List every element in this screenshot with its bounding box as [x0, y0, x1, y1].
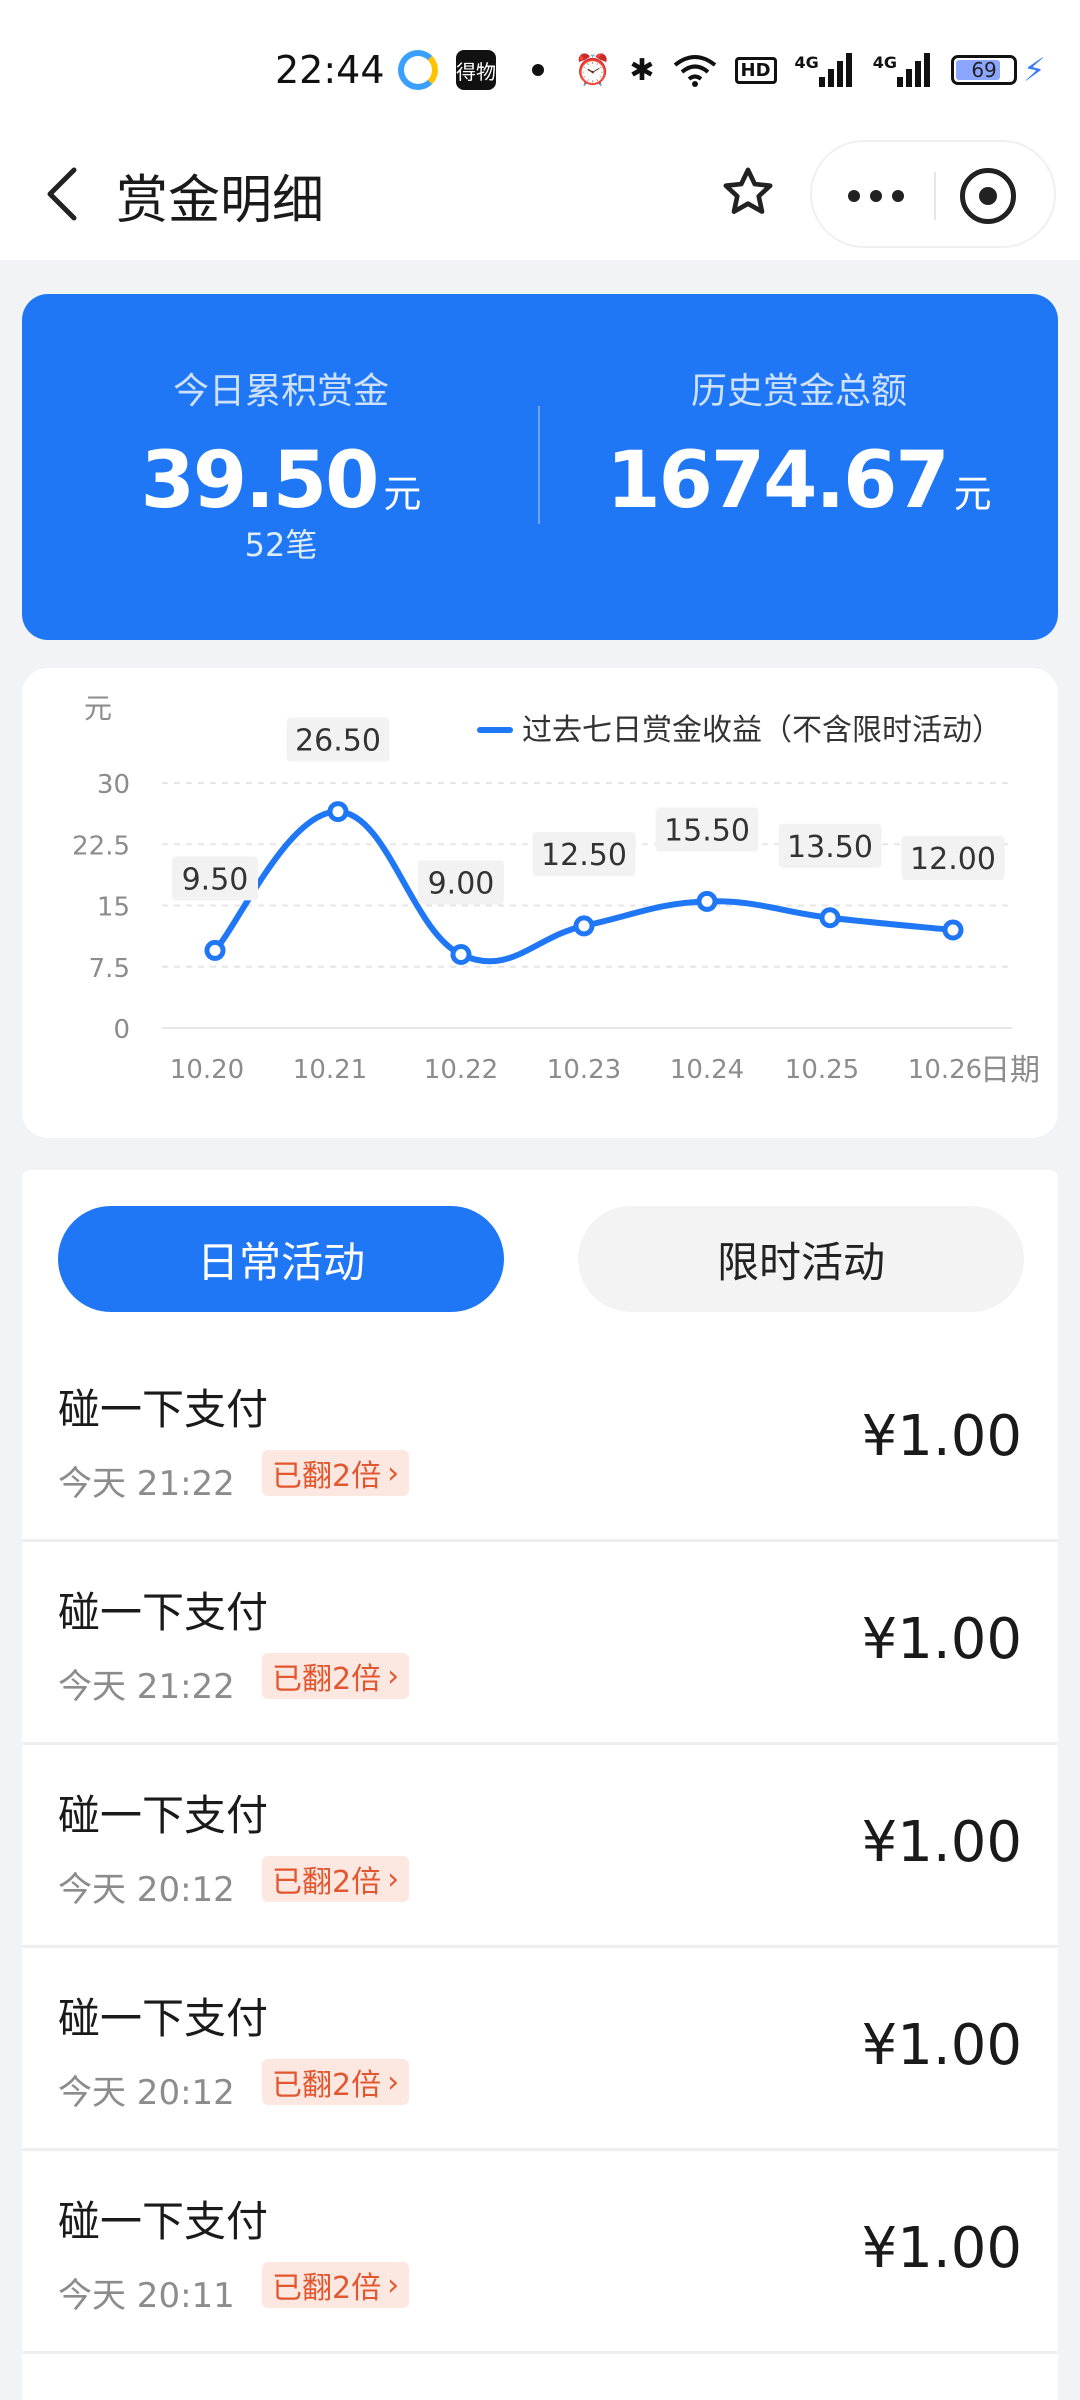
signal-icon-1: 4G [795, 53, 855, 87]
status-icons: 得物 ⏰ ✱ HD 4G 4G 69 ⚡ [398, 46, 1046, 94]
x-tick-label: 10.23 [547, 1055, 621, 1085]
records-section: 日常活动 限时活动 碰一下支付 今天 21:22 已翻2倍 › ¥1.00 碰一下支付 今天… [22, 1170, 1058, 2400]
double-reward-badge[interactable]: 已翻2倍 › [262, 2059, 410, 2105]
data-point [942, 919, 964, 941]
chevron-right-icon: › [387, 2267, 400, 2303]
tab-limited-activity[interactable]: 限时活动 [578, 1206, 1024, 1312]
x-axis-label: 日期 [980, 1053, 1040, 1088]
signal-icon-2: 4G [873, 53, 933, 87]
data-point [573, 915, 595, 937]
y-tick-label: 7.5 [89, 954, 130, 984]
chevron-right-icon: › [387, 2064, 400, 2100]
y-tick-label: 22.5 [72, 831, 130, 861]
data-label: 9.00 [428, 867, 495, 902]
record-time: 今天 21:22 [58, 1464, 235, 1504]
total-bounty-label: 历史赏金总额 [690, 371, 907, 412]
record-title: 碰一下支付 [58, 1994, 269, 2043]
list-item[interactable]: 碰一下支付今天 20:12 已翻2倍 › ¥1.00 [22, 1748, 1058, 1948]
wifi-icon [673, 53, 717, 87]
x-tick-label: 10.20 [170, 1055, 244, 1085]
status-time: 22:44 [275, 48, 385, 92]
data-label: 15.50 [664, 813, 750, 848]
double-reward-badge[interactable]: 已翻2倍 › [262, 2262, 410, 2308]
chevron-right-icon: › [387, 1658, 400, 1694]
data-label: 9.50 [182, 862, 249, 897]
total-bounty-value: 1674.67 元 [606, 436, 992, 526]
y-axis-label: 元 [84, 692, 112, 725]
list-item[interactable]: 碰一下支付今天 20:12 已翻2倍 › ¥1.00 [22, 1951, 1058, 2151]
list-item[interactable]: 碰一下支付今天 21:22 已翻2倍 › ¥1.00 [22, 1545, 1058, 1745]
double-reward-badge[interactable]: 已翻2倍 › [262, 1856, 410, 1902]
y-tick-label: 30 [97, 770, 130, 800]
data-point [696, 890, 718, 912]
data-point [819, 907, 841, 929]
record-title: 碰一下支付 [58, 2197, 269, 2246]
notification-dot-icon [532, 64, 544, 76]
chevron-right-icon: › [387, 1861, 400, 1897]
more-options-icon[interactable] [836, 166, 916, 226]
bounty-summary-card: 今日累积赏金 39.50 元 52笔 历史赏金总额 1674.67 元 [22, 294, 1058, 640]
record-amount: ¥1.00 [861, 1404, 1022, 1469]
record-title: 碰一下支付 [58, 1588, 269, 1637]
bluetooth-icon: ✱ [629, 52, 655, 88]
y-tick-label: 15 [97, 893, 130, 923]
list-item[interactable]: 碰一下支付今天 20:11 已翻2倍 › ¥1.00 [22, 2154, 1058, 2354]
data-label: 13.50 [787, 830, 873, 865]
record-time: 今天 20:11 [58, 2276, 235, 2316]
data-label: 26.50 [295, 724, 381, 759]
today-bounty-label: 今日累积赏金 [172, 371, 389, 412]
data-point [327, 801, 349, 823]
today-bounty-value: 39.50 元 [140, 436, 422, 526]
charging-icon: ⚡ [1023, 51, 1046, 89]
page-header: 赏金明细 [0, 130, 1080, 260]
x-tick-label: 10.22 [424, 1055, 498, 1085]
chevron-right-icon: › [387, 1455, 400, 1491]
page-title: 赏金明细 [116, 171, 325, 231]
app-notification-icon [398, 50, 438, 90]
back-arrow-icon[interactable] [34, 162, 90, 226]
tab-daily-activity[interactable]: 日常活动 [58, 1206, 504, 1312]
data-label: 12.00 [910, 842, 996, 877]
battery-icon: 69 [951, 55, 1018, 85]
record-amount: ¥1.00 [861, 2216, 1022, 2281]
status-bar: 22:44 得物 ⏰ ✱ HD 4G 4G 69 ⚡ [0, 0, 1080, 130]
dewu-app-icon: 得物 [456, 50, 496, 90]
record-amount: ¥1.00 [861, 1607, 1022, 1672]
record-amount: ¥1.00 [861, 1810, 1022, 1875]
today-bounty-count: 52笔 [244, 526, 318, 564]
earnings-chart-card: 元过去七日赏金收益（不含限时活动） 0 7.5 15 22.5 30 10.20 10.21 1… [22, 668, 1058, 1138]
favorite-star-icon[interactable] [712, 156, 784, 228]
capsule-divider [934, 172, 936, 220]
record-title: 碰一下支付 [58, 1791, 269, 1840]
double-reward-badge[interactable]: 已翻2倍 › [262, 1450, 410, 1496]
miniapp-capsule [810, 140, 1056, 248]
record-time: 今天 20:12 [58, 2073, 235, 2113]
record-time: 今天 21:22 [58, 1667, 235, 1707]
alarm-icon: ⏰ [574, 52, 612, 88]
today-bounty: 今日累积赏金 39.50 元 52笔 [22, 294, 540, 640]
legend-label: 过去七日赏金收益（不含限时活动） [522, 713, 1002, 748]
list-item[interactable]: 碰一下支付今天 21:22 已翻2倍 › ¥1.00 [22, 1342, 1058, 1542]
x-tick-label: 10.24 [670, 1055, 744, 1085]
earnings-line-chart: 元过去七日赏金收益（不含限时活动） 0 7.5 15 22.5 30 10.20 10.21 1… [72, 692, 1040, 1088]
x-tick-label: 10.25 [785, 1055, 859, 1085]
data-point [450, 944, 472, 965]
hd-voice-icon: HD [734, 56, 777, 84]
data-point [204, 939, 226, 961]
record-time: 今天 20:12 [58, 1870, 235, 1910]
x-tick-label: 10.26 [908, 1055, 982, 1085]
x-tick-label: 10.21 [293, 1055, 367, 1085]
close-miniapp-icon[interactable] [960, 168, 1016, 224]
total-bounty: 历史赏金总额 1674.67 元 [540, 294, 1058, 640]
record-title: 碰一下支付 [58, 1385, 269, 1434]
record-amount: ¥1.00 [861, 2013, 1022, 2078]
data-label: 12.50 [541, 838, 627, 873]
double-reward-badge[interactable]: 已翻2倍 › [262, 1653, 410, 1699]
y-tick-label: 0 [113, 1015, 130, 1045]
